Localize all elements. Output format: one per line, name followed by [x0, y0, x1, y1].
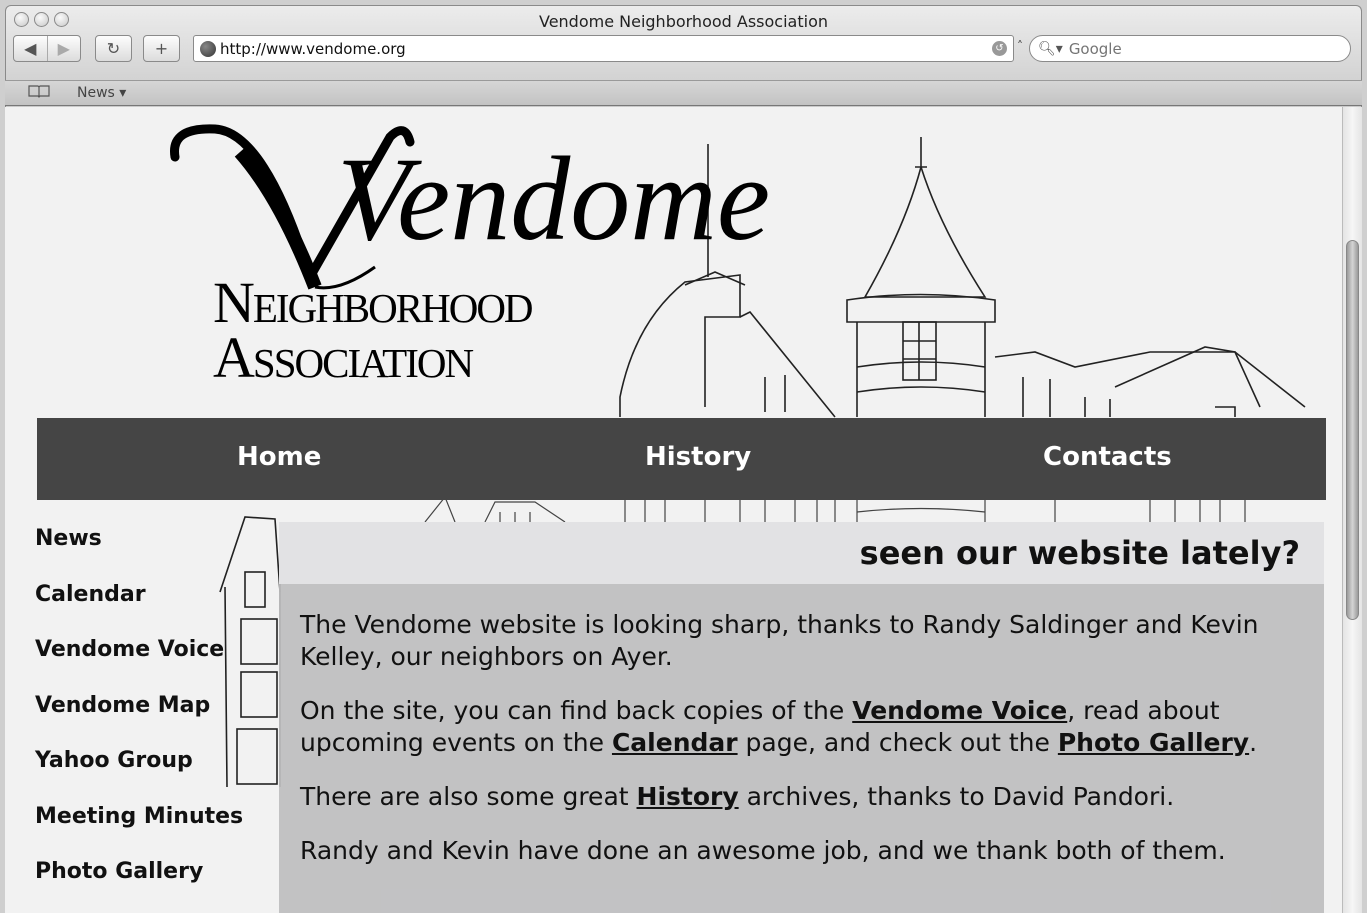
- sidebar-item-photo-gallery[interactable]: Photo Gallery: [35, 857, 275, 913]
- sidebar-item-vendome-map[interactable]: Vendome Map: [35, 691, 275, 747]
- forward-button[interactable]: ▶: [48, 39, 81, 58]
- scrollbar-thumb[interactable]: [1346, 240, 1359, 620]
- main-navigation: Home History Contacts: [37, 418, 1326, 500]
- reload-icon: ↻: [106, 39, 121, 58]
- globe-icon: [200, 40, 216, 57]
- logo-line-2: Association: [213, 325, 473, 387]
- sidebar-item-vendome-voice[interactable]: Vendome Voice: [35, 635, 275, 691]
- nav-contacts[interactable]: Contacts: [1043, 442, 1172, 472]
- article-paragraph-1: The Vendome website is looking sharp, th…: [300, 610, 1259, 671]
- reload-button[interactable]: ↻: [95, 35, 132, 62]
- bookmark-news-menu[interactable]: News ▾: [77, 85, 126, 101]
- text-segment: archives, thanks to David Pandori.: [738, 782, 1175, 811]
- article-panel: seen our website lately? The Vendome web…: [279, 522, 1324, 913]
- caret-icon: ˄: [1017, 39, 1023, 53]
- article-paragraph-4: Randy and Kevin have done an awesome job…: [300, 836, 1226, 865]
- search-icon[interactable]: 🔍︎▾: [1038, 41, 1063, 57]
- sidebar-item-yahoo-group[interactable]: Yahoo Group: [35, 746, 275, 802]
- window-title: Vendome Neighborhood Association: [538, 12, 828, 31]
- sidebar-item-news[interactable]: News: [35, 524, 275, 580]
- plus-icon: +: [154, 39, 169, 58]
- url-text[interactable]: http://www.vendome.org: [220, 40, 992, 58]
- nav-home[interactable]: Home: [237, 442, 321, 472]
- bookmarks-book-icon[interactable]: [27, 84, 57, 102]
- snapback-icon[interactable]: ↺: [992, 41, 1007, 56]
- bookmarks-bar: News ▾: [5, 80, 1362, 106]
- text-segment: page, and check out the: [737, 728, 1058, 757]
- article-paragraph-3: There are also some great History archiv…: [300, 781, 1308, 813]
- sidebar-item-calendar[interactable]: Calendar: [35, 580, 275, 636]
- page-viewport: Vendome Neighborhood Association Home Hi…: [5, 107, 1342, 913]
- text-segment: .: [1249, 728, 1258, 757]
- text-segment: There are also some great: [300, 782, 637, 811]
- nav-history[interactable]: History: [645, 442, 751, 472]
- address-bar[interactable]: http://www.vendome.org ↺: [193, 35, 1014, 62]
- back-forward-buttons: ◀ ▶: [13, 35, 81, 62]
- link-photo-gallery[interactable]: Photo Gallery: [1058, 728, 1249, 757]
- vertical-scrollbar[interactable]: [1342, 107, 1362, 913]
- back-button[interactable]: ◀: [14, 39, 47, 58]
- text-segment: On the site, you can find back copies of…: [300, 696, 853, 725]
- link-history[interactable]: History: [637, 782, 739, 811]
- article-paragraph-2: On the site, you can find back copies of…: [300, 695, 1308, 759]
- sidebar-menu: News Calendar Vendome Voice Vendome Map …: [35, 524, 275, 913]
- article-body: The Vendome website is looking sharp, th…: [279, 584, 1324, 867]
- link-calendar[interactable]: Calendar: [612, 728, 738, 757]
- article-heading: seen our website lately?: [279, 522, 1324, 584]
- link-vendome-voice[interactable]: Vendome Voice: [852, 696, 1067, 725]
- search-input[interactable]: [1066, 38, 1341, 59]
- add-bookmark-button[interactable]: +: [143, 35, 180, 62]
- sidebar-item-meeting-minutes[interactable]: Meeting Minutes: [35, 802, 275, 858]
- site-logo[interactable]: Vendome Neighborhood Association: [165, 117, 965, 390]
- logo-graphic: Vendome Neighborhood Association: [170, 124, 770, 390]
- logo-script-word: Vendome: [337, 132, 770, 265]
- search-field[interactable]: 🔍︎▾: [1029, 35, 1351, 62]
